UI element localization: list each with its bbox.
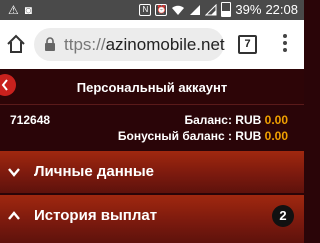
- home-icon[interactable]: [6, 34, 26, 54]
- alarm-icon: ⏰: [155, 3, 168, 16]
- chevron-up-icon: [8, 211, 20, 220]
- cell-signal-2-icon: [205, 3, 217, 15]
- nfc-icon: N: [139, 3, 152, 16]
- balance-value: 0.00: [264, 113, 288, 127]
- account-id: 712648: [10, 113, 51, 127]
- system-icons: N ⏰ 39% 22:08: [139, 2, 298, 17]
- personal-data-label: Личные данные: [34, 163, 154, 180]
- battery-percent: 39%: [235, 2, 262, 17]
- page-header: Персональный аккаунт: [0, 69, 304, 105]
- warning-icon: ⚠: [8, 3, 19, 17]
- payout-count-badge: 2: [272, 205, 294, 227]
- lock-icon: [45, 37, 55, 51]
- clock: 22:08: [265, 2, 298, 17]
- url-host: azinomobile.net: [105, 35, 225, 54]
- bonus-balance-label: Бонусный баланс : RUB: [117, 129, 265, 143]
- bonus-balance-value: 0.00: [264, 129, 288, 143]
- account-summary: 712648 Баланс: RUB 0.00 Бонусный баланс …: [0, 105, 304, 146]
- tabs-button[interactable]: 7: [238, 35, 257, 54]
- bonus-balance-line: Бонусный баланс : RUB 0.00: [118, 129, 288, 143]
- overflow-menu-icon[interactable]: [282, 34, 288, 54]
- cell-signal-icon: [190, 4, 201, 15]
- personal-data-section[interactable]: Личные данные: [0, 151, 304, 193]
- notification-icon: ◙: [24, 3, 33, 17]
- balance-line: Баланс: RUB 0.00: [184, 113, 288, 127]
- browser-toolbar: ttps://azinomobile.net 7: [0, 20, 304, 69]
- payout-history-label: История выплат: [34, 207, 158, 224]
- address-bar[interactable]: ttps://azinomobile.net: [34, 28, 225, 61]
- payout-history-section[interactable]: История выплат 2: [0, 195, 304, 243]
- page-title: Персональный аккаунт: [76, 80, 228, 95]
- url-scheme: ttps://: [64, 35, 106, 54]
- url-text: ttps://azinomobile.net: [64, 35, 225, 55]
- battery-icon: [221, 2, 232, 17]
- status-bar: ⚠ ◙ N ⏰ 39% 22:08: [0, 0, 304, 20]
- chevron-down-icon: [8, 168, 20, 177]
- balance-label: Баланс: RUB: [184, 113, 265, 127]
- wifi-icon: [172, 5, 185, 15]
- notification-icons: ⚠ ◙: [8, 2, 32, 18]
